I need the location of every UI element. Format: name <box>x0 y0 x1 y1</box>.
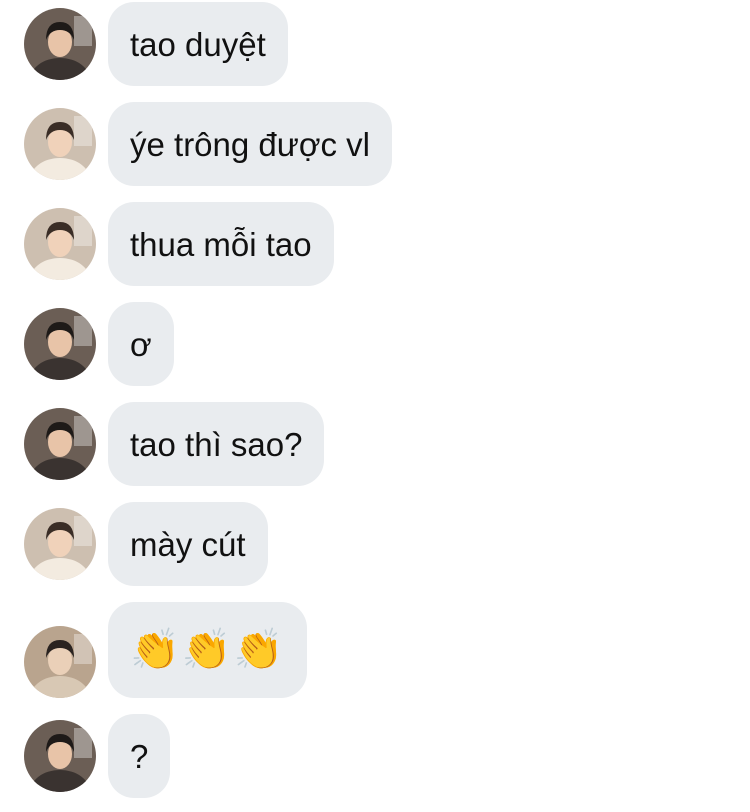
avatar-image <box>24 626 96 698</box>
message-row: thua mỗi tao <box>0 202 750 286</box>
message-text: thua mỗi tao <box>130 225 312 263</box>
avatar[interactable] <box>24 626 96 698</box>
message-row: 👏👏👏 <box>0 602 750 698</box>
avatar[interactable] <box>24 308 96 380</box>
message-text: tao thì sao? <box>130 425 303 463</box>
message-text: ? <box>130 737 149 775</box>
message-bubble[interactable]: 👏👏👏 <box>108 602 308 698</box>
message-row: mày cút <box>0 502 750 586</box>
message-bubble[interactable]: mày cút <box>108 502 268 586</box>
avatar-image <box>24 720 96 792</box>
avatar[interactable] <box>24 8 96 80</box>
message-bubble[interactable]: tao duyệt <box>108 2 288 86</box>
avatar[interactable] <box>24 408 96 480</box>
message-bubble[interactable]: ? <box>108 714 171 798</box>
message-row: ? <box>0 714 750 798</box>
avatar[interactable] <box>24 208 96 280</box>
avatar[interactable] <box>24 720 96 792</box>
message-text: ơ <box>130 325 152 363</box>
message-text: tao duyệt <box>130 25 266 63</box>
message-row: tao duyệt <box>0 2 750 86</box>
message-row: ơ <box>0 302 750 386</box>
clapping-hands-emoji: 👏👏👏 <box>130 628 286 672</box>
message-bubble[interactable]: tao thì sao? <box>108 402 325 486</box>
avatar[interactable] <box>24 108 96 180</box>
avatar-image <box>24 108 96 180</box>
avatar-image <box>24 208 96 280</box>
avatar-image <box>24 308 96 380</box>
message-bubble[interactable]: ơ <box>108 302 174 386</box>
message-bubble[interactable]: ýe trông được vl <box>108 102 392 186</box>
avatar[interactable] <box>24 508 96 580</box>
avatar-image <box>24 8 96 80</box>
message-text: ýe trông được vl <box>130 125 370 163</box>
avatar-image <box>24 408 96 480</box>
message-row: ýe trông được vl <box>0 102 750 186</box>
message-text: mày cút <box>130 525 246 563</box>
message-bubble[interactable]: thua mỗi tao <box>108 202 334 286</box>
avatar-image <box>24 508 96 580</box>
message-row: tao thì sao? <box>0 402 750 486</box>
